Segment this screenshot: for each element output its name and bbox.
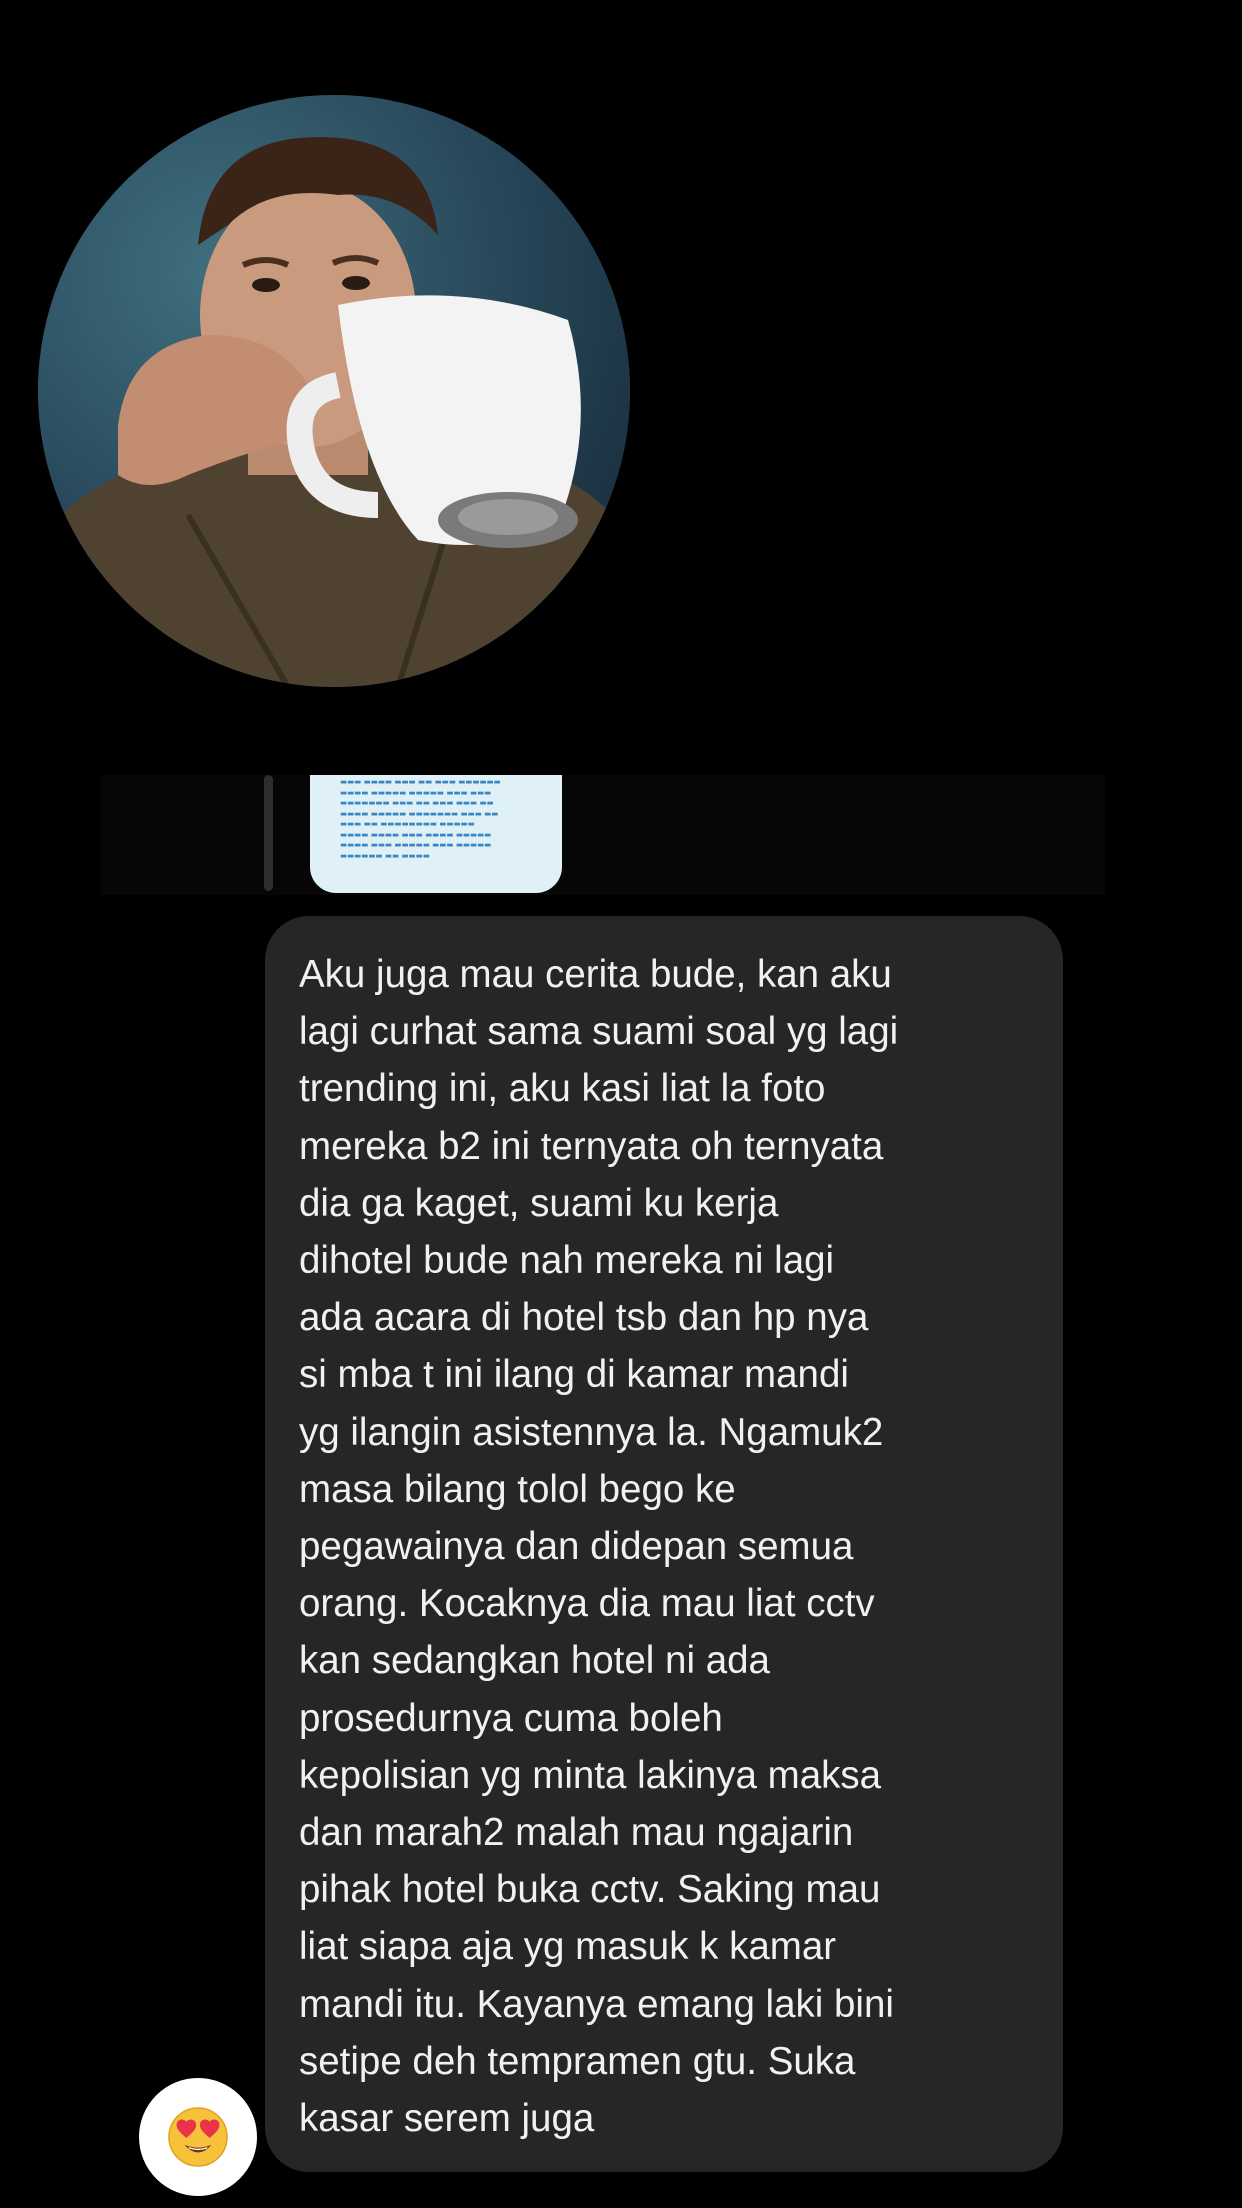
message-bubble[interactable]: Aku juga mau cerita bude, kan aku lagi c…	[265, 916, 1063, 2172]
avatar-photo-icon	[38, 95, 630, 687]
replied-story-area	[100, 775, 1105, 895]
replied-message-preview[interactable]: ▬▬▬ ▬▬▬▬ ▬▬▬ ▬▬ ▬▬▬ ▬▬▬▬▬▬ ▬▬▬▬ ▬▬▬▬▬ ▬▬▬…	[310, 775, 562, 893]
reply-indicator-bar	[264, 775, 273, 891]
message-text: Aku juga mau cerita bude, kan aku lagi c…	[299, 953, 899, 2141]
heart-eyes-emoji-icon	[168, 2107, 228, 2167]
profile-avatar[interactable]	[38, 95, 630, 687]
replied-message-preview-text: ▬▬▬ ▬▬▬▬ ▬▬▬ ▬▬ ▬▬▬ ▬▬▬▬▬▬ ▬▬▬▬ ▬▬▬▬▬ ▬▬▬…	[340, 777, 501, 860]
reaction-badge[interactable]	[135, 2074, 261, 2200]
